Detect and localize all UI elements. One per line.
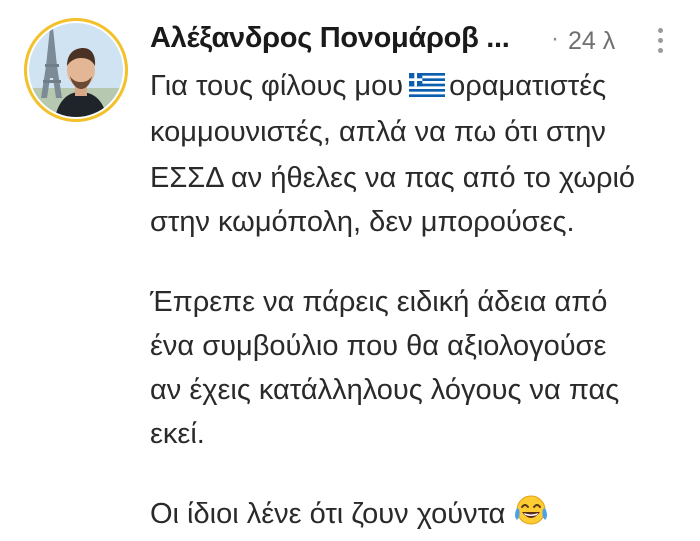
comment-line-3: ΕΣΣΔ αν ήθελες να πας από το χωριό <box>150 162 636 194</box>
comment-text: Για τους φίλους μου <box>150 70 404 102</box>
comment-line-8: εκεί. <box>150 418 205 450</box>
tears-of-joy-icon <box>513 494 549 537</box>
greece-flag-icon <box>409 70 446 106</box>
timestamp[interactable]: 24 λ <box>568 27 615 56</box>
avatar[interactable] <box>24 18 128 122</box>
comment-line-5: Έπρεπε να πάρεις ειδική άδεια από <box>150 286 608 318</box>
comment-line-6: ένα συμβούλιο που θα αξιολογούσε <box>150 330 607 362</box>
vertical-ellipsis-icon[interactable] <box>650 24 670 58</box>
comment-text: Οι ίδιοι λένε ότι ζουν χούντα <box>150 498 506 530</box>
avatar-photo <box>24 18 128 122</box>
comment-line-1: Για τους φίλους μου οραματιστές <box>150 68 606 106</box>
comment-line-2: κομμουνιστές, απλά να πω ότι στην <box>150 116 606 148</box>
author-name[interactable]: Αλέξανδρος Πονομάροβ ... <box>150 22 510 55</box>
comment-line-7: αν έχεις κατάλληλους λόγους να πας <box>150 374 620 406</box>
comment-card: Αλέξανδρος Πονομάροβ ... · 24 λ Για τους… <box>0 0 700 541</box>
comment-line-9: Οι ίδιοι λένε ότι ζουν χούντα <box>150 494 549 537</box>
comment-line-4: στην κωμόπολη, δεν μπορούσες. <box>150 206 575 238</box>
meta-separator: · <box>551 25 559 52</box>
comment-text: οραματιστές <box>449 70 607 102</box>
